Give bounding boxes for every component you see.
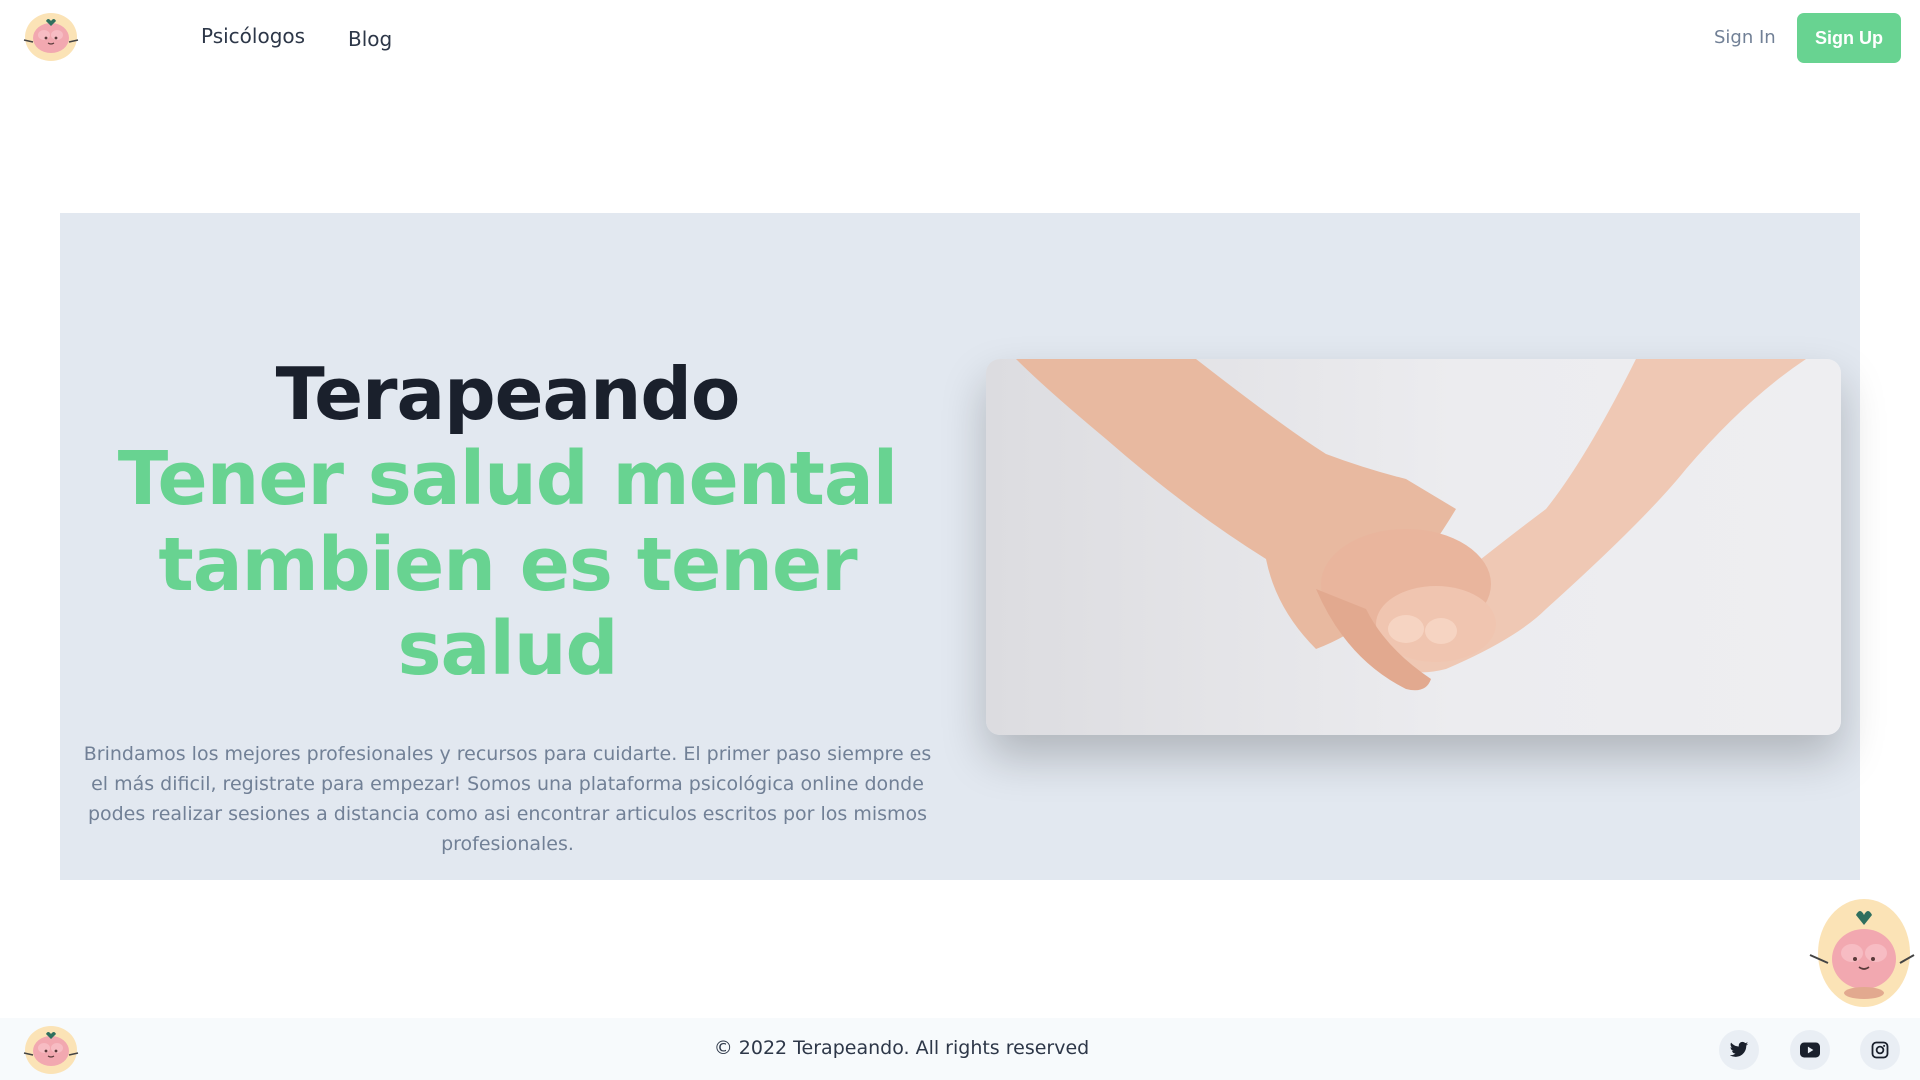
sign-up-button[interactable]: Sign Up bbox=[1797, 13, 1901, 63]
footer: © 2022 Terapeando. All rights reserved bbox=[0, 1018, 1920, 1080]
hero-description: Brindamos los mejores profesionales y re… bbox=[83, 743, 932, 855]
hero-title: Terapeando bbox=[275, 352, 741, 436]
hero-section: Terapeando Tener salud mental tambien es… bbox=[60, 213, 1860, 880]
brain-mascot-icon[interactable] bbox=[20, 10, 82, 62]
hero-subtitle-line-2: tambien es tener salud bbox=[158, 522, 857, 692]
page: Psicólogos Blog Sign In Sign Up Terapean… bbox=[0, 0, 1920, 1080]
nav-blog[interactable]: Blog bbox=[348, 27, 392, 51]
instagram-icon[interactable] bbox=[1860, 1030, 1900, 1070]
hero-text-block: Terapeando Tener salud mental tambien es… bbox=[60, 353, 955, 859]
sign-in-link[interactable]: Sign In bbox=[1714, 27, 1776, 48]
hero-subtitle-line-1: Tener salud mental bbox=[117, 436, 898, 522]
nav-psicologos[interactable]: Psicólogos bbox=[201, 24, 305, 48]
holding-hands-photo bbox=[986, 359, 1841, 735]
youtube-icon[interactable] bbox=[1790, 1030, 1830, 1070]
copyright-text: © 2022 Terapeando. All rights reserved bbox=[713, 1037, 1090, 1059]
twitter-icon[interactable] bbox=[1719, 1030, 1759, 1070]
top-nav: Psicólogos Blog Sign In Sign Up bbox=[0, 0, 1920, 78]
chat-mascot-button[interactable] bbox=[1806, 897, 1916, 1009]
